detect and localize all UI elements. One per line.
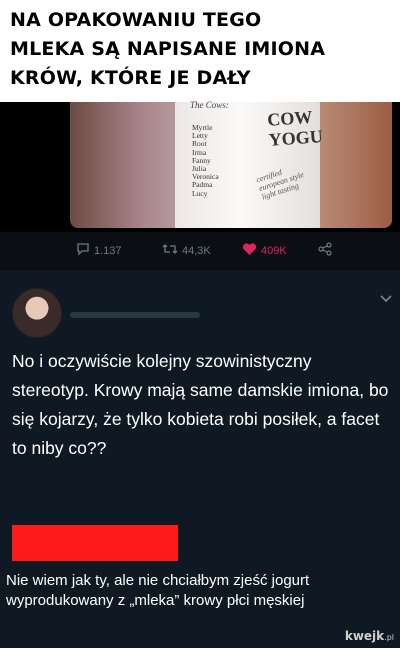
username-redacted bbox=[70, 312, 200, 318]
meme-caption: NA OPAKOWANIU TEGO MLEKA SĄ NAPISANE IMI… bbox=[0, 0, 400, 102]
chevron-down-icon[interactable] bbox=[380, 292, 392, 306]
caption-line-2: MLEKA SĄ NAPISANE IMIONA bbox=[10, 38, 326, 60]
heart-icon bbox=[242, 242, 257, 259]
cows-label: The Cows: bbox=[190, 100, 229, 110]
kwejk-watermark: kwejk.pl bbox=[345, 629, 394, 643]
like-count: 409K bbox=[261, 244, 287, 257]
watermark-tld: .pl bbox=[384, 633, 394, 642]
caption-line-1: NA OPAKOWANIU TEGO bbox=[10, 9, 262, 31]
reply-count: 1.137 bbox=[94, 244, 122, 257]
yogurt-bottle-photo bbox=[70, 102, 392, 228]
censored-username bbox=[12, 525, 178, 561]
avatar[interactable] bbox=[12, 288, 62, 338]
reply-button[interactable]: 1.137 bbox=[76, 242, 122, 259]
retweet-button[interactable]: 44,3K bbox=[162, 242, 211, 259]
comment-icon bbox=[76, 242, 90, 259]
watermark-brand: kwejk bbox=[344, 629, 385, 643]
cow-name: Lucy bbox=[192, 188, 208, 198]
response-text: Nie wiem jak ty, ale nie chciałbym zjeść… bbox=[6, 572, 310, 609]
caption-line-3: KRÓW, KTÓRE JE DAŁY bbox=[10, 67, 251, 89]
share-icon bbox=[318, 242, 332, 259]
response-comment: Nie wiem jak ty, ale nie chciałbym zjeść… bbox=[0, 514, 400, 648]
like-button[interactable]: 409K bbox=[242, 242, 287, 259]
reply-tweet: No i oczywiście kolejny szowinistyczny s… bbox=[0, 270, 400, 514]
retweet-icon bbox=[162, 242, 178, 259]
tweet-text: No i oczywiście kolejny szowinistyczny s… bbox=[12, 351, 389, 458]
share-button[interactable] bbox=[318, 242, 332, 259]
tweet-actions-bar: 1.137 44,3K 409K bbox=[0, 232, 400, 270]
caption-text: NA OPAKOWANIU TEGO MLEKA SĄ NAPISANE IMI… bbox=[10, 6, 400, 93]
cow-names-list: Myrtle Letty Root Irma Fanny Julia Veron… bbox=[192, 123, 219, 198]
brand-line: YOGU bbox=[268, 126, 324, 150]
brand-label: COW YOGU bbox=[267, 106, 324, 150]
retweet-count: 44,3K bbox=[182, 244, 211, 257]
